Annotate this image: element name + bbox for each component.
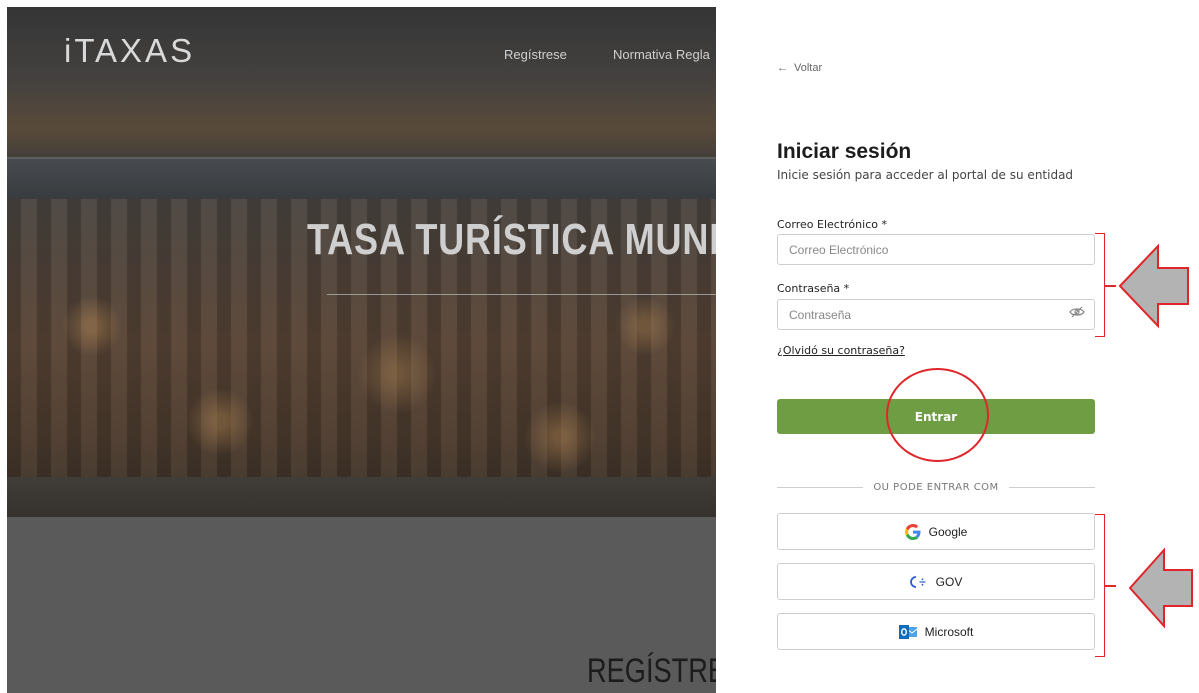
annotation-arrow-social [1128,547,1193,629]
social-divider: OU PODE ENTRAR COM [777,480,1095,494]
microsoft-login-button[interactable]: Microsoft [777,613,1095,650]
site-logo: iTAXAS [64,32,196,69]
divider-line [777,486,864,488]
hero-divider [327,294,716,295]
google-icon [904,523,921,540]
nav-regulations[interactable]: Normativa Regla [613,47,710,62]
password-label: Contraseña * [777,282,850,295]
annotation-bracket-tick [1104,285,1116,287]
landing-backdrop: iTAXAS Regístrese Normativa Regla TASA T… [7,7,716,693]
section-title: REGÍSTRESE [587,652,716,690]
microsoft-label: Microsoft [924,624,974,639]
divider-text: OU PODE ENTRAR COM [873,481,999,493]
eye-slash-icon[interactable] [1069,306,1085,318]
password-field[interactable] [777,299,1095,330]
page-title: Iniciar sesión [777,140,912,163]
annotation-circle-login [886,368,989,462]
google-label: Google [928,524,968,539]
email-label: Correo Electrónico * [777,218,887,231]
google-login-button[interactable]: Google [777,513,1095,550]
back-label: Voltar [794,62,823,74]
arrow-left-icon: ← [777,62,788,74]
outlook-icon [898,624,917,639]
page-subtitle: Inicie sesión para acceder al portal de … [777,168,1074,182]
gov-login-button[interactable]: GOV [777,563,1095,600]
divider-line [1008,486,1095,488]
forgot-password-link[interactable]: ¿Olvidó su contraseña? [777,344,905,357]
back-link[interactable]: ← Voltar [777,62,822,74]
nav-register[interactable]: Regístrese [504,47,567,62]
gov-label: GOV [935,574,963,589]
annotation-arrow-fields [1118,243,1189,329]
annotation-bracket-tick [1104,585,1116,587]
gov-icon [909,575,926,588]
hero-title: TASA TURÍSTICA MUNIC [307,215,716,264]
email-field[interactable] [777,234,1095,265]
